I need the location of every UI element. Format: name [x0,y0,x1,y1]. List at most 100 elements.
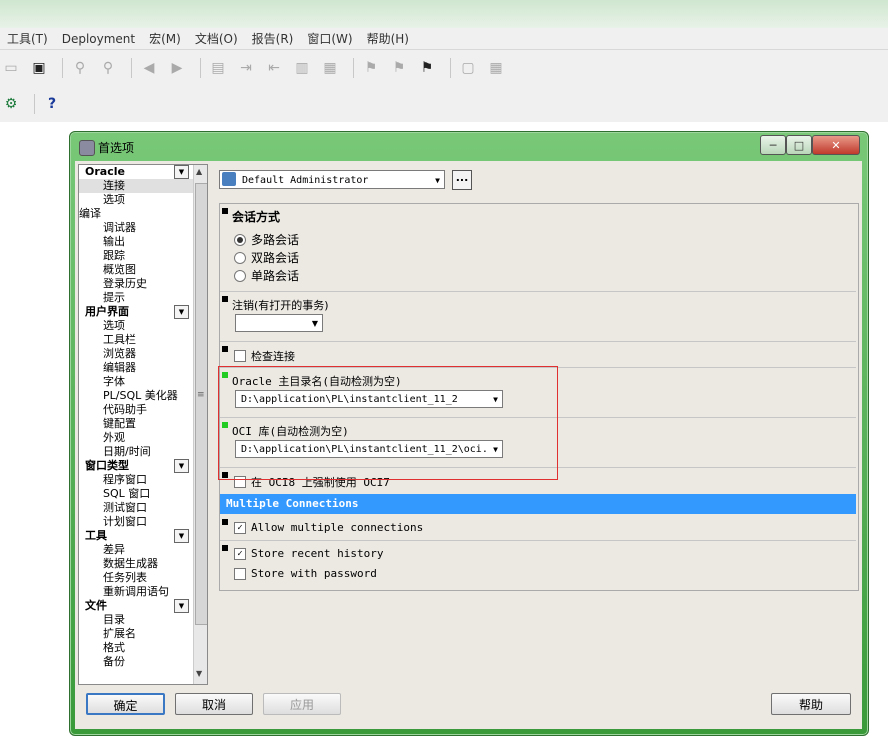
tree-item[interactable]: 程序窗口 [79,473,207,487]
dialog-titlebar[interactable]: 首选项 ─ □ ✕ [70,132,868,160]
menu-deployment[interactable]: Deployment [55,32,142,46]
tree-item[interactable]: 外观 [79,431,207,445]
unindent-icon[interactable]: ⇤ [263,57,285,79]
tree-item[interactable]: 重新调用语句 [79,585,207,599]
window-list-icon[interactable]: ▢ [457,57,479,79]
tree-scrollbar[interactable]: ▲ ≡ ▼ [193,165,207,684]
tree-item[interactable]: 代码助手 [79,403,207,417]
format-active-icon[interactable]: ⚑ [416,57,438,79]
check-connection-checkbox[interactable]: 检查连接 [234,348,295,364]
profile-more-button[interactable]: ... [452,170,472,190]
tree-item[interactable]: 浏览器 [79,347,207,361]
forward-icon[interactable]: ▶ [166,57,188,79]
checkbox-box[interactable]: ✓ [234,547,246,560]
document-icon[interactable]: ▤ [207,57,229,79]
comment-icon[interactable]: ▥ [291,57,313,79]
session-radio-multi[interactable]: 多路会话 [234,231,299,248]
tree-category-window-types[interactable]: 窗口类型 ▼ [79,459,207,473]
category-label: 工具 [85,529,107,542]
uncomment-icon[interactable]: ▦ [319,57,341,79]
menu-document[interactable]: 文档(O) [188,30,245,47]
tree-item[interactable]: 格式 [79,641,207,655]
oci-library-select[interactable]: D:\application\PL\instantclient_11_2\oci… [235,440,503,458]
tree-item[interactable]: 差异 [79,543,207,557]
tree-item[interactable]: 目录 [79,613,207,627]
help-button[interactable]: 帮助 [771,693,851,715]
back-icon[interactable]: ◀ [138,57,160,79]
help-icon[interactable]: ? [41,93,63,115]
menu-help[interactable]: 帮助(H) [360,30,416,47]
tree-category-tools[interactable]: 工具 ▼ [79,529,207,543]
force-oci7-checkbox[interactable]: 在 OCI8 上强制使用 OCI7 [234,474,390,490]
format-alt-icon[interactable]: ⚑ [388,57,410,79]
cancel-button[interactable]: 取消 [175,693,253,715]
connect-icon[interactable]: ⚙ [0,93,22,115]
scroll-up-icon[interactable]: ▲ [196,167,202,176]
indent-icon[interactable]: ⇥ [235,57,257,79]
menu-macro[interactable]: 宏(M) [142,30,188,47]
chevron-down-icon[interactable]: ▼ [174,529,189,543]
tree-category-oracle[interactable]: Oracle ▼ [79,165,207,179]
find-icon[interactable]: ⚲ [69,57,91,79]
menu-reports[interactable]: 报告(R) [245,30,301,47]
tree-item[interactable]: 字体 [79,375,207,389]
tree-item[interactable]: 测试窗口 [79,501,207,515]
checkbox-box[interactable]: ✓ [234,521,246,534]
paste-icon[interactable]: ▣ [28,57,50,79]
store-history-checkbox[interactable]: ✓ Store recent history [234,547,383,560]
ok-button[interactable]: 确定 [86,693,165,715]
apply-button[interactable]: 应用 [263,693,341,715]
profile-select[interactable]: Default Administrator ▼ [219,170,445,189]
tree-item[interactable]: SQL 窗口 [79,487,207,501]
session-radio-dual[interactable]: 双路会话 [234,249,299,266]
tree-item[interactable]: 计划窗口 [79,515,207,529]
menu-tools[interactable]: 工具(T) [0,30,55,47]
tree-item[interactable]: 选项 [79,193,207,207]
checkbox-box[interactable] [234,350,246,362]
oracle-home-select[interactable]: D:\application\PL\instantclient_11_2 ▼ [235,390,503,408]
chevron-down-icon[interactable]: ▼ [174,305,189,319]
tree-item[interactable]: 键配置 [79,417,207,431]
tree-item[interactable]: 备份 [79,655,207,669]
cut-icon[interactable]: ▭ [0,57,22,79]
tree-item[interactable]: 调试器 [79,221,207,235]
checkbox-box[interactable] [234,476,246,488]
checkbox-box[interactable] [234,567,246,580]
store-password-checkbox[interactable]: Store with password [234,567,377,580]
tree-item[interactable]: 数据生成器 [79,557,207,571]
tree-category-ui[interactable]: 用户界面 ▼ [79,305,207,319]
scroll-thumb[interactable] [195,183,207,625]
tree-item[interactable]: 概览图 [79,263,207,277]
replace-icon[interactable]: ⚲ [97,57,119,79]
tree-item[interactable]: 提示 [79,291,207,305]
chevron-down-icon[interactable]: ▼ [174,165,189,179]
tree-category-files[interactable]: 文件 ▼ [79,599,207,613]
chevron-down-icon[interactable]: ▼ [174,599,189,613]
radio-dot[interactable] [234,269,246,282]
tree-item[interactable]: PL/SQL 美化器 [79,389,207,403]
grid-icon[interactable]: ▦ [485,57,507,79]
tree-item[interactable]: 编辑器 [79,361,207,375]
menu-window[interactable]: 窗口(W) [300,30,359,47]
tree-item[interactable]: 输出 [79,235,207,249]
logoff-select[interactable]: ▼ [235,314,323,332]
tree-item[interactable]: 扩展名 [79,627,207,641]
minimize-button[interactable]: ─ [760,135,786,155]
chevron-down-icon[interactable]: ▼ [174,459,189,473]
tree-item[interactable]: 选项 [79,319,207,333]
tree-item[interactable]: 任务列表 [79,571,207,585]
session-radio-single[interactable]: 单路会话 [234,267,299,284]
tree-item[interactable]: 跟踪 [79,249,207,263]
tree-category-compile[interactable]: 编译 [79,207,207,221]
tree-item[interactable]: 工具栏 [79,333,207,347]
radio-dot[interactable] [234,251,246,264]
radio-dot[interactable] [234,233,246,246]
format-icon[interactable]: ⚑ [360,57,382,79]
tree-item[interactable]: 登录历史 [79,277,207,291]
scroll-down-icon[interactable]: ▼ [196,669,202,678]
allow-multiple-checkbox[interactable]: ✓ Allow multiple connections [234,521,423,534]
maximize-button[interactable]: □ [786,135,812,155]
tree-item[interactable]: 日期/时间 [79,445,207,459]
close-button[interactable]: ✕ [812,135,860,155]
tree-item-connection[interactable]: 连接 [79,179,207,193]
